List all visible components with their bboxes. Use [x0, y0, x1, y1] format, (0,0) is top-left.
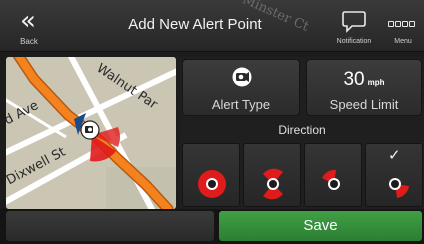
- selected-check-icon: ✓: [388, 146, 401, 164]
- speed-limit-value: 30 mph: [307, 69, 421, 91]
- alert-settings-panel: Alert Type 30 mph Speed Limit Direction ✓: [180, 57, 424, 209]
- both-directions-icon: [263, 168, 283, 200]
- alert-type-button[interactable]: Alert Type: [182, 59, 300, 116]
- more-button[interactable]: [6, 211, 214, 241]
- page-title: Add New Alert Point: [128, 16, 262, 33]
- speed-limit-label: Speed Limit: [329, 97, 399, 112]
- top-bar: « Back Minster Ct Add New Alert Point No…: [0, 0, 424, 52]
- alert-type-label: Alert Type: [211, 97, 271, 112]
- one-direction-icon: [322, 169, 340, 190]
- direction-label: Direction: [278, 123, 326, 137]
- speed-camera-icon: [232, 67, 252, 87]
- direction-option-both[interactable]: [243, 143, 301, 207]
- speed-limit-button[interactable]: 30 mph Speed Limit: [306, 59, 422, 116]
- save-button[interactable]: Save: [219, 211, 422, 241]
- speed-limit-unit: mph: [367, 78, 385, 87]
- direction-option-one[interactable]: [304, 143, 362, 207]
- direction-option-all[interactable]: [182, 143, 240, 207]
- back-button[interactable]: « Back: [0, 0, 58, 52]
- map-canvas: [6, 57, 176, 209]
- menu-button[interactable]: Menu: [382, 0, 424, 52]
- bottom-bar: Save: [0, 209, 424, 244]
- notification-label: Notification: [336, 38, 372, 45]
- notification-button[interactable]: Notification: [328, 0, 380, 52]
- map-view[interactable]: Walnut Par d Ave Dixwell St: [6, 57, 176, 209]
- opposite-direction-icon: [389, 178, 409, 198]
- speech-bubble-icon: [342, 11, 366, 33]
- menu-grid-icon: [388, 14, 420, 27]
- speed-limit-number: 30: [343, 69, 365, 90]
- all-directions-icon: [198, 170, 226, 198]
- back-chevron-icon: «: [20, 6, 36, 36]
- direction-option-opposite[interactable]: ✓: [365, 143, 423, 207]
- menu-label: Menu: [394, 38, 412, 45]
- back-label: Back: [20, 37, 38, 46]
